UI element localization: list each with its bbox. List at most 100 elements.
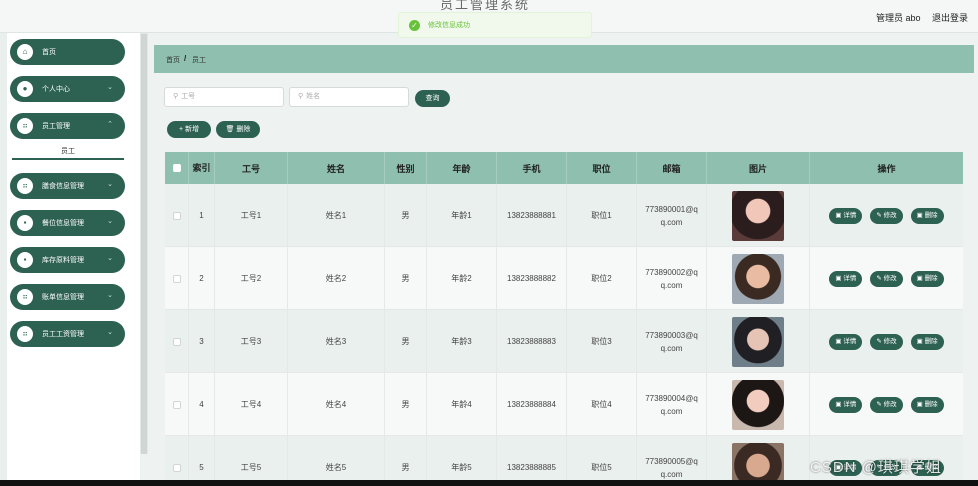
detail-button[interactable]: ▣ 详情: [829, 207, 863, 224]
grid-icon: ⠶: [17, 289, 33, 305]
cell-index: 2: [189, 247, 215, 310]
sidebar-item-meal-info[interactable]: ⠶ 膳食信息管理 ⌄: [10, 173, 125, 199]
grid-icon: ⠶: [17, 118, 33, 134]
row-checkbox[interactable]: [172, 400, 181, 409]
trash-icon: ▪: [17, 215, 33, 231]
chevron-down-icon: ⌄: [107, 218, 113, 225]
breadcrumb-home[interactable]: 首页: [166, 55, 180, 65]
detail-button[interactable]: ▣ 详情: [829, 396, 863, 413]
edit-button[interactable]: ✎ 修改: [870, 270, 903, 287]
edit-button[interactable]: ✎ 修改: [870, 207, 903, 224]
sidebar-item-label: 首页: [42, 49, 56, 56]
sidebar-item-bill-info[interactable]: ⠶ 账单信息管理 ⌄: [10, 284, 125, 310]
cell-youxiang: 773890003@qq.com: [637, 310, 707, 373]
gonghao-search-input[interactable]: ⚲ 工号: [164, 87, 284, 107]
row-select-cell[interactable]: [165, 373, 189, 436]
table-row: 3 工号3 姓名3 男年龄3 13823888883 职位3 773890003@qq.co…: [165, 310, 963, 373]
add-button[interactable]: + 新增: [167, 121, 211, 138]
header-caozuo: 操作: [877, 163, 896, 174]
home-icon: ⌂: [17, 44, 33, 60]
bottom-taskbar: [0, 480, 978, 486]
edit-button[interactable]: ✎ 修改: [870, 333, 903, 350]
sidebar-item-seat-info[interactable]: ▪ 餐位信息管理 ⌄: [10, 210, 125, 236]
delete-button[interactable]: ▣ 删除: [910, 333, 944, 350]
user-icon: ●: [17, 81, 33, 97]
breadcrumb: 首页 / 员工: [154, 45, 974, 73]
header-xingbie[interactable]: 性别: [385, 152, 427, 184]
header-zhiwei[interactable]: 职位: [567, 152, 637, 184]
cell-youxiang: 773890005@qq.com: [637, 436, 707, 486]
sidebar-subitem-employee[interactable]: 员工: [12, 143, 124, 160]
sidebar-item-label: 个人中心: [42, 86, 70, 93]
sidebar-item-inventory[interactable]: ▪ 库存原料管理 ⌄: [10, 247, 125, 273]
cell-xingbie: 男: [385, 310, 427, 373]
sidebar-item-personal-center[interactable]: ● 个人中心 ⌄: [10, 76, 125, 102]
cell-index: 1: [189, 184, 215, 247]
breadcrumb-current: 员工: [192, 57, 206, 64]
success-toast: ✓ 修改信息成功: [398, 12, 592, 38]
detail-button[interactable]: ▣ 详情: [829, 270, 863, 287]
cell-nianling: 年龄3: [427, 310, 497, 373]
delete-button[interactable]: ▣ 删除: [910, 270, 944, 287]
cell-index: 4: [189, 373, 215, 436]
cell-xingming: 姓名4: [288, 373, 385, 436]
detail-button[interactable]: ▣ 详情: [829, 333, 863, 350]
cell-index: 3: [189, 310, 215, 373]
logout-link[interactable]: 退出登录: [932, 11, 968, 24]
sidebar-item-label: 膳食信息管理: [42, 183, 84, 190]
delete-button[interactable]: ▣ 删除: [910, 207, 944, 224]
row-checkbox[interactable]: [172, 463, 181, 472]
row-checkbox[interactable]: [172, 337, 181, 346]
row-checkbox[interactable]: [172, 274, 181, 283]
select-all-cell[interactable]: [165, 152, 189, 184]
sidebar-item-home[interactable]: ⌂ 首页: [10, 39, 125, 65]
header-nianling[interactable]: 年龄: [427, 152, 497, 184]
xingming-search-input[interactable]: ⚲ 姓名: [289, 87, 409, 107]
edit-button[interactable]: ✎ 修改: [870, 396, 903, 413]
chevron-down-icon: ⌄: [107, 292, 113, 299]
header-index[interactable]: 索引: [189, 152, 215, 184]
row-select-cell[interactable]: [165, 184, 189, 247]
batch-delete-button[interactable]: 🗑 删除: [216, 121, 260, 138]
employee-photo: [732, 253, 784, 304]
admin-label: 管理员 abo: [876, 13, 921, 23]
cell-nianling: 年龄5: [427, 436, 497, 486]
chevron-up-icon: ⌃: [107, 121, 113, 128]
cell-youxiang: 773890004@qq.com: [637, 373, 707, 436]
cell-caozuo: ▣ 详情 ✎ 修改 ▣ 删除: [810, 310, 963, 373]
grid-icon: ⠶: [17, 178, 33, 194]
cell-nianling: 年龄2: [427, 247, 497, 310]
check-circle-icon: ✓: [409, 19, 420, 31]
header-youxiang[interactable]: 邮箱: [637, 152, 707, 184]
cell-tupian: [707, 373, 810, 436]
sidebar-item-label: 餐位信息管理: [42, 220, 84, 227]
sidebar: ⌂ 首页 ● 个人中心 ⌄ ⠶ 员工管理 ⌃ 员工 ⠶ 膳食信息管理 ⌄ ▪ 餐…: [0, 33, 140, 486]
delete-button[interactable]: ▣ 删除: [910, 396, 944, 413]
xingming-placeholder: 姓名: [306, 93, 321, 100]
cell-caozuo: ▣ 详情 ✎ 修改 ▣ 删除: [810, 247, 963, 310]
table-row: 2 工号2 姓名2 男年龄2 13823888882 职位2 773890002@qq.co…: [165, 247, 963, 310]
row-select-cell[interactable]: [165, 247, 189, 310]
cell-caozuo: ▣ 详情 ✎ 修改 ▣ 删除: [810, 184, 963, 247]
sidebar-item-salary[interactable]: ⠶ 员工工资管理 ⌄: [10, 321, 125, 347]
chevron-down-icon: ⌄: [107, 255, 113, 262]
row-select-cell[interactable]: [165, 436, 189, 486]
select-all-checkbox[interactable]: [172, 164, 181, 172]
table-row: 4 工号4 姓名4 男年龄4 13823888884 职位4 773890004@qq.co…: [165, 373, 963, 436]
cell-xingbie: 男: [385, 247, 427, 310]
sidebar-item-employee-management[interactable]: ⠶ 员工管理 ⌃: [10, 113, 125, 139]
header-gonghao[interactable]: 工号: [215, 152, 288, 184]
cell-tupian: [707, 184, 810, 247]
row-select-cell[interactable]: [165, 310, 189, 373]
sidebar-scrollbar-thumb[interactable]: [141, 34, 147, 454]
cell-gonghao: 工号2: [215, 247, 288, 310]
cell-caozuo: ▣ 详情 ✎ 修改 ▣ 删除: [810, 373, 963, 436]
query-button[interactable]: 查询: [415, 90, 450, 107]
breadcrumb-separator: /: [184, 54, 187, 63]
employee-photo: [732, 316, 784, 367]
sidebar-item-label: 库存原料管理: [42, 257, 84, 264]
header-shouji[interactable]: 手机: [497, 152, 567, 184]
sidebar-item-label: 账单信息管理: [42, 294, 84, 301]
row-checkbox[interactable]: [172, 211, 181, 220]
header-xingming[interactable]: 姓名: [288, 152, 385, 184]
